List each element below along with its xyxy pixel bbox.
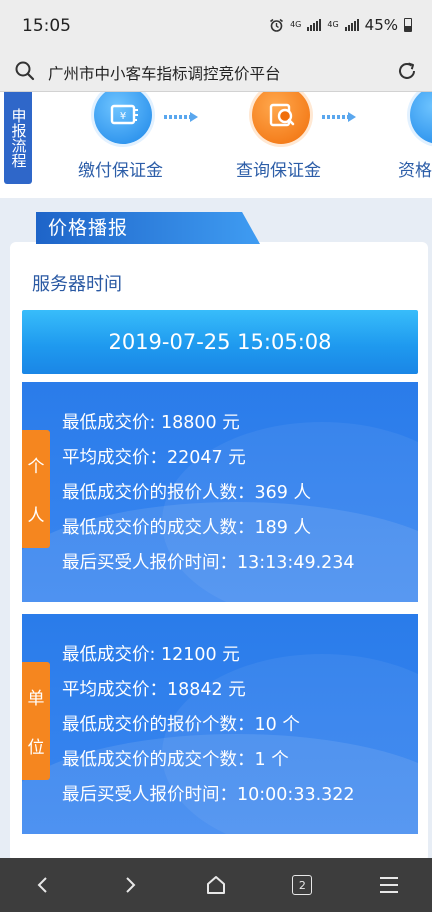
browser-bottom-bar: 2 [0,858,432,912]
company-lowest-price: 最低成交价: 12100 元 [62,645,240,665]
apply-process: 申报流程 ¥ 缴付保证金 查询保证金 资格 [0,92,432,198]
price-broadcast-title: 价格播报 [36,212,260,244]
price-card: 服务器时间 2019-07-25 15:05:08 个 人 最低成交价: 188… [10,242,428,858]
svg-text:¥: ¥ [120,111,126,122]
search-icon[interactable] [14,60,36,82]
network-type-2: 4G [327,20,339,29]
process-tag: 申报流程 [4,92,32,184]
tabs-button[interactable]: 2 [282,865,322,905]
individual-tab: 个 人 [22,430,50,548]
status-icons: 4G 4G 45% [269,16,412,34]
server-time-label: 服务器时间 [32,274,122,295]
qualification-icon[interactable] [410,92,432,144]
step-label-pay[interactable]: 缴付保证金 [78,156,163,181]
payment-icon[interactable]: ¥ [94,92,152,144]
company-stats: 单 位 最低成交价: 12100 元 平均成交价：18842 元 最低成交价的报… [22,614,418,834]
chevron-right-icon [125,877,135,893]
home-icon [206,876,225,894]
menu-icon [379,877,398,893]
individual-lowest-price: 最低成交价: 18800 元 [62,413,240,433]
individual-average-price: 平均成交价：22047 元 [62,448,246,468]
page-title[interactable]: 广州市中小客车指标调控竞价平台 [48,62,281,84]
tab-count: 2 [292,875,313,895]
arrow-icon [322,112,356,122]
url-bar[interactable]: 广州市中小客车指标调控竞价平台 [0,52,432,92]
status-bar: 15:05 4G 4G 45% [0,0,432,52]
forward-button[interactable] [110,865,150,905]
battery-icon [404,18,412,32]
reload-icon[interactable] [396,60,418,82]
individual-lowest-winners: 最低成交价的成交人数：189 人 [62,518,311,538]
company-lowest-bids: 最低成交价的报价个数：10 个 [62,715,300,735]
company-lowest-winners: 最低成交价的成交个数：1 个 [62,750,289,770]
tab-char: 单 [27,689,45,709]
search-document-icon[interactable] [252,92,310,144]
price-broadcast-section: 服务器时间 2019-07-25 15:05:08 个 人 最低成交价: 188… [0,198,432,858]
signal-icon-2 [344,19,359,31]
step-label-qualification[interactable]: 资格 [398,156,432,181]
menu-button[interactable] [369,865,409,905]
home-button[interactable] [196,865,236,905]
tab-char: 个 [27,457,45,477]
signal-icon [307,19,322,31]
company-average-price: 平均成交价：18842 元 [62,680,246,700]
server-time: 2019-07-25 15:05:08 [22,310,418,374]
individual-stats: 个 人 最低成交价: 18800 元 平均成交价：22047 元 最低成交价的报… [22,382,418,602]
individual-lowest-bidders: 最低成交价的报价人数：369 人 [62,483,311,503]
individual-last-bid-time: 最后买受人报价时间：13:13:49.234 [62,553,355,573]
battery-percent: 45% [364,16,398,34]
company-last-bid-time: 最后买受人报价时间：10:00:33.322 [62,785,355,805]
tab-char: 人 [27,506,45,526]
back-button[interactable] [23,865,63,905]
step-label-query[interactable]: 查询保证金 [236,156,321,181]
network-type: 4G [290,20,302,29]
tab-char: 位 [27,738,45,758]
alarm-icon [270,18,284,32]
company-tab: 单 位 [22,662,50,780]
chevron-left-icon [37,877,47,893]
status-time: 15:05 [22,16,71,36]
arrow-icon [164,112,198,122]
